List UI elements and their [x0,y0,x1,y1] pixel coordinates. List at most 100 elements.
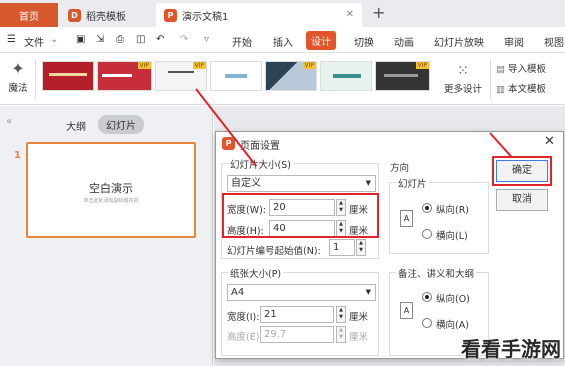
slide-title: 空白演示 [89,182,133,195]
thumbnail-decoration [225,74,247,78]
notes-orientation-label: 备注、讲义和大纲 [396,266,477,280]
magic-wand-icon: ✦ [11,59,25,78]
tab-document[interactable]: P 演示文稿1 ✕ [156,3,362,27]
vip-badge: VIP [302,62,316,69]
import-template-button[interactable]: ▤ 导入模板 [496,61,546,75]
slide-panel: « 大纲 幻灯片 1 空白演示 单击此处添加副标题内容 [0,106,213,366]
slides-portrait-radio[interactable] [422,203,432,213]
notes-portrait-label: 纵向(O) [436,294,470,305]
menu-slideshow[interactable]: 幻灯片放映 [434,34,484,49]
template-thumbnail[interactable]: VIP [265,61,317,91]
watermark: 看看手游网 [461,337,561,361]
divider [35,59,36,99]
menu-insert[interactable]: 插入 [273,34,293,49]
tab-document-label: 演示文稿1 [182,11,229,23]
tab-home-label: 首页 [19,11,39,23]
undo-icon[interactable]: ↶ [156,34,164,45]
paper-height-label: 高度(E): [227,332,263,343]
import-template-label: 导入模板 [508,64,547,75]
slide-thumbnail[interactable]: 空白演示 单击此处添加副标题内容 [26,142,196,238]
tab-slides[interactable]: 幻灯片 [98,115,144,134]
template-thumbnail[interactable] [210,61,262,91]
vip-badge: VIP [192,62,206,69]
paper-width-label: 宽度(I): [227,312,260,323]
more-designs-button[interactable]: ⁙ 更多设计 [440,63,486,95]
collapse-panel-icon[interactable]: « [6,116,12,127]
slide-number: 1 [14,150,21,161]
print-icon[interactable]: ⎙ [116,34,124,45]
menu-transition[interactable]: 切换 [354,34,374,49]
template-thumbnail[interactable] [320,61,372,91]
dropdown-arrow-icon: ▼ [365,179,371,187]
slides-portrait-label: 纵向(R) [436,205,470,216]
tab-close-icon[interactable]: ✕ [346,9,354,20]
slides-landscape-radio[interactable] [422,229,432,239]
thumbnail-decoration [333,74,361,78]
magic-button[interactable]: ✦ 魔法 [6,59,30,94]
paper-width-stepper[interactable]: ▲ ▼ [336,306,346,323]
paper-size-value: A4 [231,287,245,298]
menu-file[interactable]: 文件 [24,34,44,49]
paper-size-select[interactable]: A4 ▼ [227,284,376,301]
export-icon[interactable]: ⇲ [96,34,104,45]
paper-height-unit: 厘米 [349,332,369,343]
notes-portrait-radio[interactable] [422,292,432,302]
template-thumbnail[interactable]: VIP [97,61,152,91]
portrait-page-icon: A [400,302,413,319]
thumbnail-decoration [102,74,132,77]
close-icon[interactable]: ✕ [544,134,555,149]
page-setup-dialog: P 页面设置 ✕ 幻灯片大小(S) 自定义 ▼ 宽度(W): 20 ▲ ▼ 厘米 … [215,131,564,359]
template-thumbnail[interactable]: VIP [155,61,207,91]
thumbnail-decoration [49,73,87,76]
tab-outline[interactable]: 大纲 [66,118,86,133]
menu-bar: ☰ 文件 ⌄ ▣ ⇲ ⎙ ◫ ↶ ↷ ▿ 开始 插入 设计 切换 动画 幻灯片放… [0,27,565,53]
orientation-label: 方向 [390,163,410,174]
magic-label: 魔法 [8,83,28,94]
grid-icon: ⁙ [457,63,469,79]
cancel-button[interactable]: 取消 [496,189,548,211]
paper-size-label: 纸张大小(P) [228,266,284,280]
highlight-box [222,193,379,238]
start-number-stepper[interactable]: ▲ ▼ [356,239,366,256]
portrait-page-icon: A [400,210,413,227]
menu-start[interactable]: 开始 [232,34,252,49]
notes-landscape-radio[interactable] [422,318,432,328]
menu-review[interactable]: 审阅 [504,34,524,49]
slide-size-label: 幻灯片大小(S) [228,157,293,171]
customize-icon[interactable]: ▿ [204,34,209,45]
save-icon[interactable]: ▣ [76,34,85,45]
presentation-icon: P [164,8,177,22]
new-tab-button[interactable]: + [372,3,385,22]
template-thumbnail[interactable] [42,61,94,91]
menu-design[interactable]: 设计 [306,31,336,50]
menu-view[interactable]: 视图 [544,34,564,49]
paper-height-input[interactable]: 29.7 [260,326,334,343]
menu-animation[interactable]: 动画 [394,34,414,49]
chevron-down-icon[interactable]: ⌄ [50,34,58,45]
slides-landscape-label: 横向(L) [436,231,468,242]
template-thumbnail[interactable]: VIP [375,61,430,91]
slide-size-select[interactable]: 自定义 ▼ [227,175,376,192]
paper-width-unit: 厘米 [349,312,369,323]
tab-templates[interactable]: D 稻壳模板 [60,3,154,27]
vip-badge: VIP [137,62,151,69]
menu-icon[interactable]: ☰ [7,34,16,45]
paper-width-input[interactable]: 21 [260,306,334,323]
tab-home[interactable]: 首页 [0,3,58,27]
divider [490,59,491,99]
start-number-input[interactable]: 1 [329,239,355,256]
dropdown-arrow-icon: ▼ [365,288,371,296]
slide-size-value: 自定义 [231,178,261,189]
this-template-button[interactable]: ▥ 本文模板 [496,81,546,95]
preview-icon[interactable]: ◫ [136,34,145,45]
design-ribbon: ✦ 魔法 VIP VIP VIP VIP ⁙ 更多设计 ▤ 导入模板 ▥ 本文模… [0,53,565,105]
ok-highlight-box [492,156,552,186]
tab-templates-label: 稻壳模板 [86,11,126,23]
thumbnail-decoration [168,71,194,73]
template-icon: ▥ [496,84,505,95]
vip-badge: VIP [415,62,429,69]
slides-orientation-label: 幻灯片 [396,176,429,190]
redo-icon[interactable]: ↷ [180,34,188,45]
paper-height-stepper[interactable]: ▲ ▼ [336,326,346,343]
dialog-title: 页面设置 [240,141,280,152]
